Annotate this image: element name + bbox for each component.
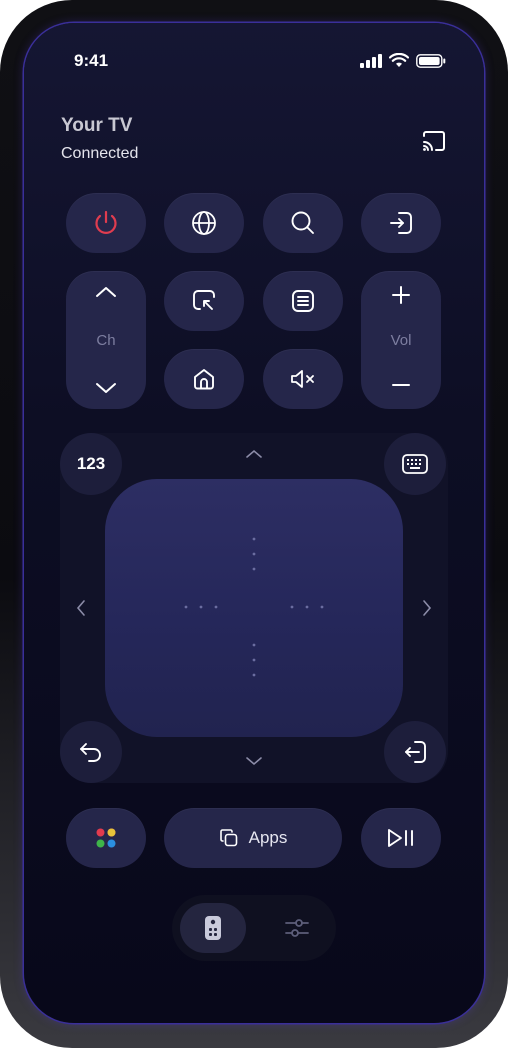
input-button[interactable] [361, 193, 441, 253]
nav-down-icon[interactable] [244, 754, 264, 768]
channel-label: Ch [96, 331, 116, 349]
play-pause-button[interactable] [361, 808, 441, 868]
tab-remote[interactable] [180, 903, 246, 953]
number-pad-button[interactable]: 123 [60, 433, 122, 495]
back-icon [80, 743, 101, 762]
nav-right-icon[interactable] [420, 598, 434, 618]
volume-down-icon[interactable] [391, 375, 411, 395]
mute-icon [291, 370, 314, 388]
menu-button[interactable] [263, 271, 343, 331]
exit-icon [405, 741, 426, 763]
remote-screen: 9:41 Your TV Connected Ch Vol 123 Apps [24, 23, 484, 1023]
search-icon [291, 211, 314, 234]
connection-status: Connected [61, 145, 139, 162]
cast-icon [423, 131, 445, 151]
globe-icon [192, 211, 216, 235]
power-icon [95, 210, 117, 234]
input-icon [390, 212, 412, 234]
color-buttons[interactable] [66, 808, 146, 868]
sliders-icon [285, 919, 309, 937]
status-icons [360, 53, 446, 68]
home-icon [194, 369, 214, 390]
color-dots-icon [96, 828, 116, 848]
volume-label: Vol [390, 331, 412, 349]
power-button[interactable] [66, 193, 146, 253]
play-pause-icon [388, 829, 413, 847]
tv-name: Your TV [61, 115, 133, 136]
number-pad-label: 123 [76, 454, 106, 473]
home-button[interactable] [164, 349, 244, 409]
search-button[interactable] [263, 193, 343, 253]
volume-up-icon[interactable] [391, 285, 411, 305]
tab-bar [172, 895, 336, 961]
nav-up-icon[interactable] [244, 447, 264, 461]
exit-button[interactable] [384, 721, 446, 783]
channel-up-icon[interactable] [95, 285, 117, 299]
tv-header: Your TV Connected [61, 115, 138, 163]
copy-icon [219, 829, 237, 847]
keyboard-icon [402, 454, 428, 474]
battery-icon [416, 53, 446, 68]
list-icon [292, 290, 314, 312]
nav-left-icon[interactable] [74, 598, 88, 618]
mute-button[interactable] [263, 349, 343, 409]
remote-icon [205, 916, 221, 940]
tab-settings[interactable] [264, 903, 330, 953]
channel-control: Ch [66, 271, 146, 409]
screen-mirror-button[interactable] [164, 271, 244, 331]
touchpad[interactable] [105, 479, 403, 737]
channel-down-icon[interactable] [95, 381, 117, 395]
keyboard-button[interactable] [384, 433, 446, 495]
status-time: 9:41 [74, 51, 109, 70]
language-button[interactable] [164, 193, 244, 253]
back-button[interactable] [60, 721, 122, 783]
touchpad-guide-dots [184, 537, 324, 677]
phone-frame: 9:41 Your TV Connected Ch Vol 123 Apps [0, 0, 508, 1048]
volume-control: Vol [361, 271, 441, 409]
apps-button[interactable]: Apps [164, 808, 342, 868]
signal-icon [360, 53, 382, 68]
cast-button[interactable] [420, 130, 448, 156]
wifi-icon [389, 53, 409, 67]
screen-mirror-icon [193, 290, 215, 310]
apps-label: Apps [248, 828, 288, 847]
status-bar: 9:41 [24, 23, 484, 103]
